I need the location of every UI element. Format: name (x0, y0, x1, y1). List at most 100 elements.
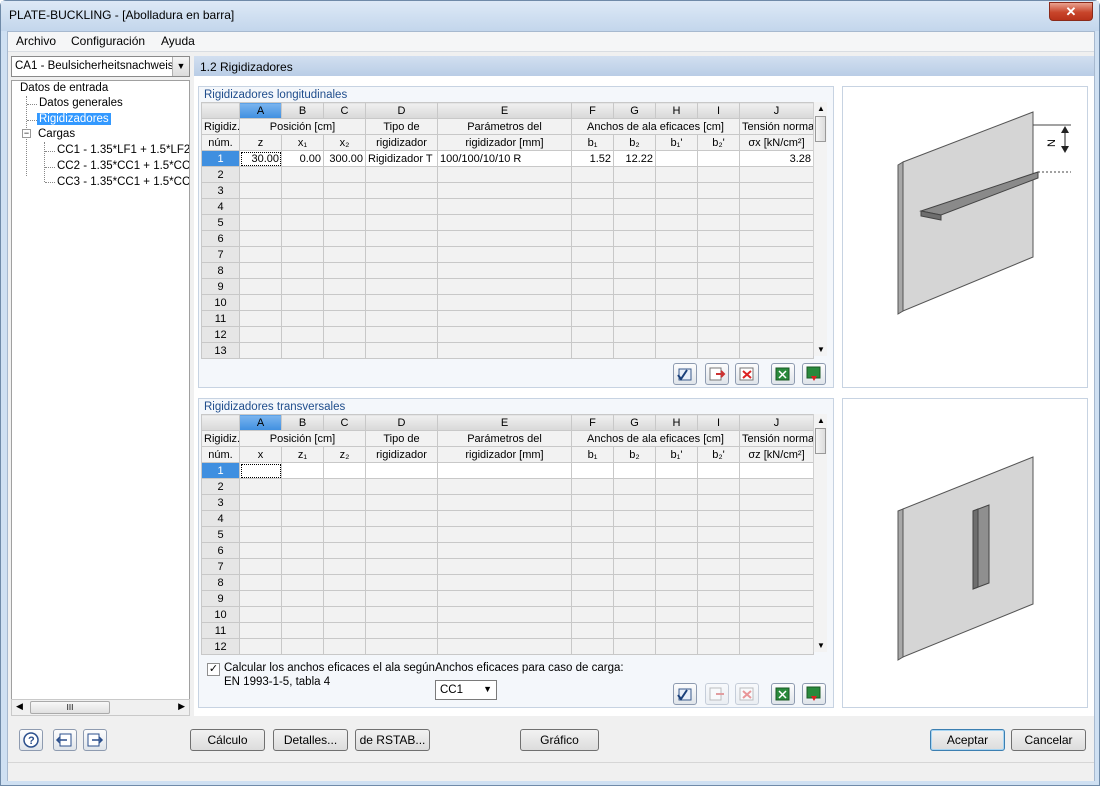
table-cell[interactable]: 12.22 (613, 150, 656, 167)
table-cell[interactable] (571, 558, 614, 575)
row-number[interactable]: 9 (201, 278, 240, 295)
table-cell[interactable] (323, 510, 366, 527)
table-cell[interactable] (655, 198, 698, 215)
table-cell[interactable] (697, 558, 740, 575)
table-cell[interactable] (697, 214, 740, 231)
table-cell[interactable]: Rigidizador T (365, 150, 438, 167)
table-cell[interactable] (239, 214, 282, 231)
table-cell[interactable] (613, 606, 656, 623)
scroll-right-icon[interactable]: ▶ (178, 701, 185, 712)
table-cell[interactable] (655, 246, 698, 263)
scroll-left-icon[interactable]: ◀ (16, 701, 23, 712)
row-number[interactable]: 2 (201, 166, 240, 183)
column-letter[interactable]: J (739, 102, 814, 119)
table-cell[interactable] (697, 590, 740, 607)
column-letter[interactable]: A (239, 102, 282, 119)
table-cell[interactable] (739, 294, 814, 311)
table-cell[interactable] (571, 542, 614, 559)
row-number[interactable]: 2 (201, 478, 240, 495)
table-cell[interactable] (281, 638, 324, 655)
table-cell[interactable] (697, 278, 740, 295)
table-cell[interactable] (365, 182, 438, 199)
table-cell[interactable] (239, 182, 282, 199)
table-cell[interactable] (613, 478, 656, 495)
row-number[interactable]: 4 (201, 198, 240, 215)
table-cell[interactable] (613, 166, 656, 183)
table-cell[interactable] (697, 342, 740, 359)
row-number[interactable]: 11 (201, 622, 240, 639)
table-cell[interactable] (571, 278, 614, 295)
column-letter[interactable]: A (239, 414, 282, 431)
table-cell[interactable] (655, 214, 698, 231)
table-cell[interactable] (739, 478, 814, 495)
table-cell[interactable] (697, 182, 740, 199)
row-number[interactable]: 3 (201, 494, 240, 511)
table-cell[interactable] (323, 590, 366, 607)
table-cell[interactable] (239, 262, 282, 279)
table-cell[interactable] (323, 526, 366, 543)
tree-item-cc1[interactable]: CC1 - 1.35*LF1 + 1.5*LF2 + (57, 144, 189, 156)
table-cell[interactable] (739, 246, 814, 263)
table-cell[interactable] (281, 214, 324, 231)
table-cell[interactable] (655, 326, 698, 343)
table-cell[interactable] (323, 478, 366, 495)
grafico-button[interactable]: Gráfico (520, 729, 599, 751)
table-cell[interactable] (281, 494, 324, 511)
table-cell[interactable] (739, 166, 814, 183)
table-cell[interactable] (655, 478, 698, 495)
table-cell[interactable] (655, 526, 698, 543)
detalles-button[interactable]: Detalles... (273, 729, 348, 751)
table-cell[interactable]: 30.00 (239, 150, 282, 167)
aceptar-button[interactable]: Aceptar (930, 729, 1005, 751)
table-cell[interactable] (613, 342, 656, 359)
table-cell[interactable] (437, 166, 572, 183)
table-cell[interactable] (323, 542, 366, 559)
tree-horizontal-scrollbar[interactable]: ◀ III ▶ (11, 699, 190, 716)
table-cell[interactable] (739, 214, 814, 231)
table-cell[interactable] (613, 278, 656, 295)
collapse-icon[interactable]: − (22, 129, 31, 138)
table-cell[interactable] (739, 310, 814, 327)
table-cell[interactable] (697, 230, 740, 247)
table-cell[interactable] (655, 606, 698, 623)
table-cell[interactable] (437, 478, 572, 495)
table-cell[interactable] (365, 230, 438, 247)
table-cell[interactable] (239, 574, 282, 591)
row-number[interactable]: 1 (201, 150, 240, 167)
table-cell[interactable] (655, 542, 698, 559)
table-cell[interactable] (323, 462, 366, 479)
table-cell[interactable] (323, 166, 366, 183)
table-cell[interactable] (697, 246, 740, 263)
table-cell[interactable] (281, 262, 324, 279)
table-cell[interactable] (571, 494, 614, 511)
table-cell[interactable] (655, 622, 698, 639)
table-cell[interactable] (437, 326, 572, 343)
table-cell[interactable] (323, 326, 366, 343)
table-cell[interactable] (323, 198, 366, 215)
table-cell[interactable] (281, 310, 324, 327)
table-cell[interactable] (697, 166, 740, 183)
close-button[interactable]: ✕ (1049, 2, 1093, 21)
column-letter[interactable]: I (697, 102, 740, 119)
chevron-down-icon[interactable]: ▼ (483, 684, 492, 694)
table-cell[interactable] (239, 166, 282, 183)
table-cell[interactable] (323, 230, 366, 247)
table-cell[interactable] (323, 558, 366, 575)
table-cell[interactable] (239, 494, 282, 511)
table-cell[interactable] (365, 294, 438, 311)
table-cell[interactable] (365, 558, 438, 575)
table-cell[interactable] (437, 606, 572, 623)
menu-configuracion[interactable]: Configuración (71, 34, 145, 48)
table-cell[interactable] (571, 326, 614, 343)
table-cell[interactable] (239, 478, 282, 495)
table-cell[interactable] (571, 342, 614, 359)
chevron-down-icon[interactable]: ▼ (172, 57, 189, 76)
table-cell[interactable] (655, 494, 698, 511)
table-cell[interactable] (365, 494, 438, 511)
table-cell[interactable] (655, 574, 698, 591)
table-cell[interactable] (437, 294, 572, 311)
table-cell[interactable] (739, 462, 814, 479)
tree-item-cc3[interactable]: CC3 - 1.35*CC1 + 1.5*CC2 (57, 176, 189, 188)
table-cell[interactable] (437, 526, 572, 543)
row-number[interactable]: 4 (201, 510, 240, 527)
